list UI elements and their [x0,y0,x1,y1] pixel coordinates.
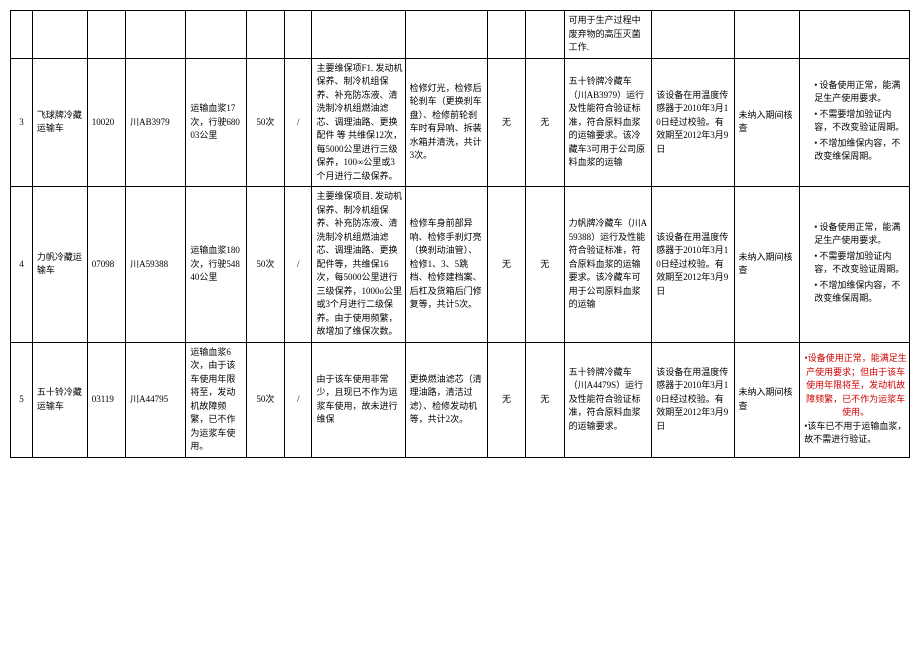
row-index: 4 [11,187,33,343]
vehicle-name: 力帆冷藏运输车 [32,187,87,343]
repair-desc: 更换燃油滤芯（清理油路，清洁过滤）、检修发动机等，共计2次。 [405,342,487,457]
usage-record [186,11,246,59]
conclusion-after-text: •该车已不用于运输血浆，故不需进行验证。 [804,420,907,447]
usage-record: 运输血浆17次，行驶68003公里 [186,58,246,187]
col-none-1: 无 [487,187,525,343]
col-none-2: 无 [526,342,564,457]
table-row: 4力帆冷藏运输车07098川A59388运输血浆180次，行驶54840公里50… [11,187,910,343]
col-none-2: 无 [526,187,564,343]
conclusion-red-text: •设备使用正常，能满足生产使用要求；但由于该车使用年限将至，发动机故障频繁，已不… [804,352,907,420]
row-index: 3 [11,58,33,187]
maintenance-desc: 主要维保项F1. 发动机保养、制冷机组保养、补充防冻液、清洗制冷机组燃油滤芯、调… [312,58,405,187]
plan-count: 50次 [246,58,284,187]
evaluation-desc: 力帆牌冷藏车（川A59388）运行及性能符合验证标准，符合原料血浆的运输要求。该… [564,187,652,343]
slash-cell: / [285,187,312,343]
period-check: 未纳入期间核查 [734,58,800,187]
table-row: 3飞球牌冷藏运输车10020川AB3979运输血浆17次，行驶68003公里50… [11,58,910,187]
maintenance-desc: 主要维保项目. 发动机保养、制冷机组保养、补充防冻液、清洗制冷机组燃油滤芯、调理… [312,187,405,343]
col-none-1: 无 [487,58,525,187]
period-check: 未纳入期间核查 [734,342,800,457]
repair-desc [405,11,487,59]
calibration-desc: 该设备在用温度传感器于2010年3月10日经过校验。有效期至2012年3月9日 [652,58,734,187]
col-none-2 [526,11,564,59]
col-none-2: 无 [526,58,564,187]
vehicle-code: 10020 [87,58,125,187]
vehicle-name: 飞球牌冷藏运输车 [32,58,87,187]
usage-record: 运输血浆6次，由于该车使用年限将至，发动机故障频繁，已不作为运浆车使用。 [186,342,246,457]
slash-cell: / [285,58,312,187]
conclusion-cell [800,11,910,59]
conclusion-item: 不需要增加验证内容，不改变验证周期。 [814,108,907,135]
evaluation-desc: 五十铃牌冷藏车（川AB3979）运行及性能符合验证标准，符合原料血浆的运输要求。… [564,58,652,187]
license-plate [126,11,186,59]
calibration-desc: 该设备在用温度传感器于2010年3月10日经过校验。有效期至2012年3月9日 [652,187,734,343]
plan-count [246,11,284,59]
evaluation-desc: 可用于生产过程中废弃物的高压灭菌工作. [564,11,652,59]
equipment-table: 可用于生产过程中废弃物的高压灭菌工作.3飞球牌冷藏运输车10020川AB3979… [10,10,910,458]
plan-count: 50次 [246,342,284,457]
conclusion-list: 设备使用正常，能满足生产使用要求。不需要增加验证内容，不改变验证周期。不增加维保… [804,79,907,164]
calibration-desc [652,11,734,59]
evaluation-desc: 五十铃牌冷藏车（川A4479S）运行及性能符合验证标准，符合原料血浆的运输要求。 [564,342,652,457]
table-row: 5五十铃冷藏运输车03119川A44795运输血浆6次，由于该车使用年限将至，发… [11,342,910,457]
period-check: 未纳入期间核查 [734,187,800,343]
license-plate: 川A44795 [126,342,186,457]
vehicle-code: 03119 [87,342,125,457]
vehicle-code [87,11,125,59]
slash-cell [285,11,312,59]
conclusion-cell: 设备使用正常，能满足生产使用要求。不需要增加验证内容，不改变验证周期。不增加维保… [800,187,910,343]
conclusion-cell: •设备使用正常，能满足生产使用要求；但由于该车使用年限将至，发动机故障频繁，已不… [800,342,910,457]
row-index [11,11,33,59]
vehicle-name: 五十铃冷藏运输车 [32,342,87,457]
vehicle-code: 07098 [87,187,125,343]
conclusion-item: 不增加维保内容，不改变维保周期。 [814,279,907,306]
vehicle-name [32,11,87,59]
conclusion-item: 设备使用正常，能满足生产使用要求。 [814,79,907,106]
conclusion-item: 不增加维保内容，不改变维保周期。 [814,137,907,164]
col-none-1: 无 [487,342,525,457]
calibration-desc: 该设备在用温度传感器于2010年3月10日经过校验。有效期至2012年3月9日 [652,342,734,457]
license-plate: 川AB3979 [126,58,186,187]
conclusion-list: 设备使用正常，能满足生产使用要求。不需要增加验证内容，不改变验证周期。不增加维保… [804,221,907,306]
table-row: 可用于生产过程中废弃物的高压灭菌工作. [11,11,910,59]
repair-desc: 检修灯光，检修后轮刹车（更换刹车盘）、检修前轮刹车时有异响、拆装水箱并清洗，共计… [405,58,487,187]
usage-record: 运输血浆180次，行驶54840公里 [186,187,246,343]
conclusion-item: 设备使用正常，能满足生产使用要求。 [814,221,907,248]
license-plate: 川A59388 [126,187,186,343]
row-index: 5 [11,342,33,457]
plan-count: 50次 [246,187,284,343]
period-check [734,11,800,59]
maintenance-desc [312,11,405,59]
conclusion-item: 不需要增加验证内容，不改变验证周期。 [814,250,907,277]
conclusion-cell: 设备使用正常，能满足生产使用要求。不需要增加验证内容，不改变验证周期。不增加维保… [800,58,910,187]
repair-desc: 检修车身前部异响、检修手刹灯亮（换刹动油管）、检修1、3、5跳档、检修建档案、后… [405,187,487,343]
slash-cell: / [285,342,312,457]
maintenance-desc: 由于该车使用非常少，且现已不作为运浆车使用，故未进行维保 [312,342,405,457]
col-none-1 [487,11,525,59]
